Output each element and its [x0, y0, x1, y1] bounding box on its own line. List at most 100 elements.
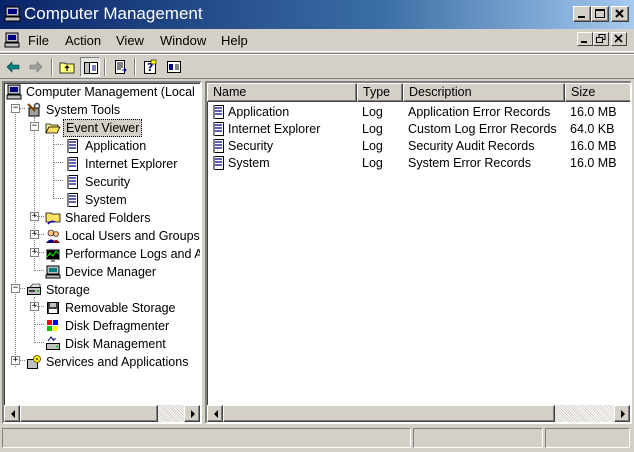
status-bar-panel-3 — [545, 428, 630, 448]
toolbar: ? — [0, 53, 634, 79]
details-list-pane[interactable]: Name Type Description Size Application L… — [205, 81, 632, 424]
event-log-icon — [210, 155, 226, 171]
shared-folder-icon — [45, 210, 61, 226]
tree-connector — [53, 180, 63, 181]
up-one-level-button[interactable] — [57, 57, 77, 77]
menu-file[interactable]: File — [25, 32, 52, 49]
tree-connector — [53, 198, 63, 199]
back-button[interactable] — [3, 57, 23, 77]
minimize-button[interactable] — [573, 6, 591, 22]
scrollbar-thumb[interactable] — [223, 405, 555, 422]
tree-item-label: Storage — [46, 283, 90, 297]
removable-storage-icon — [45, 300, 61, 316]
maximize-button[interactable] — [591, 6, 609, 22]
tree-item-label: Shared Folders — [65, 211, 151, 225]
users-icon — [45, 228, 61, 244]
menu-bar: File Action View Window Help — [0, 29, 634, 52]
close-button[interactable] — [611, 6, 629, 22]
menu-action[interactable]: Action — [62, 32, 104, 49]
status-bar-panel-main — [2, 428, 411, 448]
computer-management-icon — [4, 6, 21, 22]
cell-size: 16.0 MB — [570, 156, 617, 170]
cell-size: 16.0 MB — [570, 105, 617, 119]
help-button[interactable]: ? — [140, 57, 160, 77]
defrag-icon — [45, 318, 61, 334]
arrow-left-icon — [11, 410, 15, 418]
tree-item-label: Performance Logs and Alerts — [65, 247, 202, 261]
forward-button[interactable] — [26, 57, 46, 77]
arrow-left-icon — [214, 410, 218, 418]
tree-connector — [34, 342, 44, 343]
expand-toggle[interactable]: + — [11, 356, 20, 365]
tree-horizontal-scrollbar[interactable] — [4, 405, 200, 422]
menu-help[interactable]: Help — [218, 32, 251, 49]
scroll-left-button[interactable] — [4, 405, 20, 422]
cell-name: Security — [228, 139, 274, 153]
scroll-right-button[interactable] — [614, 405, 630, 422]
tree-connector — [53, 162, 63, 163]
tree-item-label: Security — [85, 175, 131, 189]
tree-item-label: Application — [85, 139, 147, 153]
folder-open-icon — [45, 120, 61, 136]
menu-window[interactable]: Window — [157, 32, 209, 49]
list-row-system[interactable]: System Log System Error Records 16.0 MB — [207, 155, 617, 172]
tree-item-label: Computer Management (Local — [26, 85, 195, 99]
toolbar-separator — [51, 58, 53, 76]
console-tree-pane[interactable]: Computer Management (Local − System Tool… — [2, 81, 202, 424]
cell-name: System — [228, 156, 270, 170]
child-restore-button[interactable] — [593, 32, 609, 46]
mdi-child-system-menu-icon[interactable] — [3, 32, 21, 48]
event-log-icon — [64, 174, 80, 190]
scroll-left-button[interactable] — [207, 405, 223, 422]
properties-button[interactable] — [164, 57, 184, 77]
tree-item-label: Local Users and Groups — [65, 229, 200, 243]
list-row-internet-explorer[interactable]: Internet Explorer Log Custom Log Error R… — [207, 121, 617, 138]
column-header-description[interactable]: Description — [403, 83, 565, 102]
tree-item-label: Device Manager — [65, 265, 157, 279]
event-log-icon — [64, 156, 80, 172]
status-bar-panel-2 — [413, 428, 543, 448]
tree-item-label: Disk Defragmenter — [65, 319, 170, 333]
tree-item-label: Services and Applications — [46, 355, 189, 369]
column-header-size[interactable]: Size — [565, 83, 630, 102]
collapse-toggle[interactable]: − — [11, 284, 20, 293]
collapse-toggle[interactable]: − — [30, 122, 39, 131]
tree-item-label: System — [85, 193, 127, 207]
arrow-right-icon — [191, 410, 195, 418]
list-row-application[interactable]: Application Log Application Error Record… — [207, 104, 617, 121]
show-hide-console-tree-button[interactable] — [80, 57, 100, 77]
tree-connector — [34, 252, 44, 253]
child-minimize-button[interactable] — [577, 32, 593, 46]
title-bar[interactable]: Computer Management — [0, 0, 634, 29]
tree-connector — [53, 144, 63, 145]
cell-name: Application — [228, 105, 290, 119]
tree-item-label: Removable Storage — [65, 301, 176, 315]
menu-view[interactable]: View — [113, 32, 147, 49]
child-close-button[interactable] — [611, 32, 627, 46]
collapse-toggle[interactable]: − — [11, 104, 20, 113]
column-header-name[interactable]: Name — [207, 83, 357, 102]
export-list-button[interactable] — [110, 57, 130, 77]
storage-icon — [26, 282, 42, 298]
cell-name: Internet Explorer — [228, 122, 321, 136]
device-manager-icon — [45, 264, 61, 280]
tree-connector — [34, 216, 44, 217]
tree-item-label: Event Viewer — [63, 119, 143, 137]
column-header-type[interactable]: Type — [357, 83, 403, 102]
window-title: Computer Management — [24, 4, 203, 23]
list-horizontal-scrollbar[interactable] — [207, 405, 630, 422]
event-log-icon — [210, 104, 226, 120]
scrollbar-thumb[interactable] — [20, 405, 158, 422]
event-log-icon — [210, 138, 226, 154]
services-icon — [26, 354, 42, 370]
computer-icon — [6, 84, 22, 100]
cell-type: Log — [362, 122, 383, 136]
tree-connector — [15, 107, 16, 367]
disk-management-icon — [45, 336, 61, 352]
event-log-icon — [210, 121, 226, 137]
scroll-right-button[interactable] — [184, 405, 200, 422]
tree-connector — [34, 234, 44, 235]
performance-icon — [45, 246, 61, 262]
toolbar-separator — [134, 58, 136, 76]
list-row-security[interactable]: Security Log Security Audit Records 16.0… — [207, 138, 617, 155]
